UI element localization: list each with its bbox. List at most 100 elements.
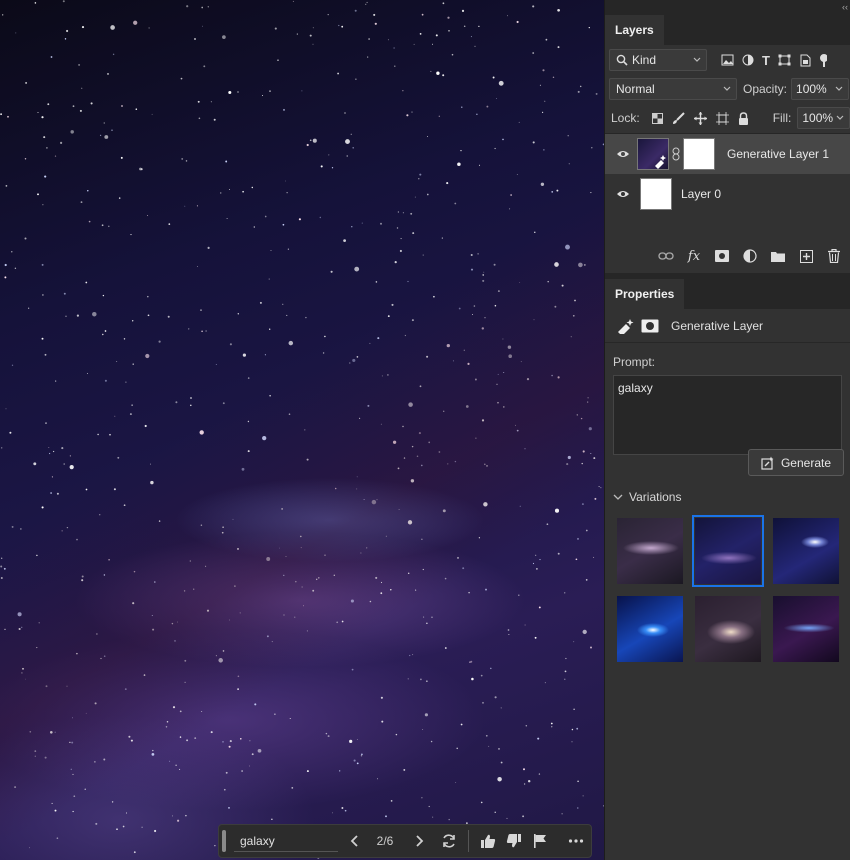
toolbar-prompt-input[interactable]: galaxy	[234, 830, 338, 852]
chevron-left-icon	[350, 835, 358, 847]
layers-tab-bar: Layers	[605, 0, 850, 45]
variations-section-toggle[interactable]: Variations	[613, 490, 681, 504]
layer-mask-thumbnail[interactable]	[683, 138, 715, 170]
new-layer-icon	[799, 249, 813, 263]
search-icon	[616, 54, 628, 66]
layer-row-layer0[interactable]: Layer 0	[605, 174, 850, 214]
chevron-down-icon	[723, 86, 731, 91]
layers-bottom-toolbar: fx	[605, 243, 850, 269]
variation-thumb-2[interactable]	[692, 515, 764, 587]
trash-icon	[828, 249, 840, 263]
visibility-toggle[interactable]	[615, 189, 631, 199]
lock-transparent-icon[interactable]	[651, 112, 663, 124]
filter-adjustment-icon[interactable]	[742, 54, 754, 66]
variation-thumb-4[interactable]	[617, 596, 683, 662]
collapse-panels-icon[interactable]: ‹‹	[842, 2, 848, 12]
lock-move-icon[interactable]	[693, 111, 707, 125]
lock-label: Lock:	[611, 111, 640, 125]
new-group-button[interactable]	[768, 246, 788, 266]
toolbar-drag-handle[interactable]	[222, 830, 226, 852]
report-button[interactable]	[527, 828, 553, 854]
tab-layers[interactable]: Layers	[605, 15, 664, 45]
layer-row-generative[interactable]: Generative Layer 1	[605, 134, 850, 174]
generative-layer-icon	[618, 318, 634, 334]
filter-kind-dropdown[interactable]: Kind	[609, 49, 707, 71]
blend-mode-dropdown[interactable]: Normal	[609, 78, 737, 100]
filter-pixel-icon[interactable]	[721, 54, 734, 66]
chevron-down-icon	[835, 86, 843, 91]
eye-icon	[617, 151, 629, 157]
lock-brush-icon[interactable]	[672, 111, 685, 125]
thumbs-up-button[interactable]	[475, 828, 501, 854]
generative-toolbar: galaxy 2/6	[218, 824, 592, 858]
fx-icon: fx	[687, 248, 701, 264]
delete-layer-button[interactable]	[824, 246, 844, 266]
blend-mode-value: Normal	[616, 82, 655, 96]
refresh-icon	[443, 834, 455, 848]
tab-properties[interactable]: Properties	[605, 279, 685, 309]
variation-thumb-1[interactable]	[617, 518, 683, 584]
layer-mask-icon	[641, 319, 659, 332]
adjustment-icon	[743, 249, 757, 263]
thumbs-down-icon	[506, 834, 521, 848]
adjustment-layer-button[interactable]	[740, 246, 760, 266]
variations-label: Variations	[629, 490, 682, 504]
chevron-right-icon	[416, 835, 424, 847]
lock-row: Lock: Fill: 100%	[605, 103, 850, 133]
new-layer-button[interactable]	[796, 246, 816, 266]
ellipsis-icon	[568, 839, 584, 843]
link-layers-button[interactable]	[656, 246, 676, 266]
properties-header: Generative Layer	[605, 309, 850, 343]
generative-badge-icon	[655, 155, 666, 169]
toolbar-divider	[468, 830, 469, 852]
layer-filter-row: Kind T	[605, 45, 850, 75]
folder-icon	[771, 252, 785, 262]
fill-value: 100%	[802, 111, 834, 125]
layer-name: Generative Layer 1	[727, 147, 830, 161]
opacity-field[interactable]: 100%	[791, 78, 850, 100]
galaxy-image	[0, 0, 604, 859]
prompt-textarea[interactable]: galaxy	[613, 375, 842, 455]
link-icon	[658, 252, 674, 260]
thumbs-down-button[interactable]	[501, 828, 527, 854]
layer-list: Generative Layer 1 Layer 0	[605, 133, 850, 243]
previous-variation-button[interactable]	[344, 830, 366, 852]
chevron-down-icon	[613, 494, 623, 500]
fill-label: Fill:	[772, 111, 792, 125]
layer-thumbnail	[637, 138, 669, 170]
filter-kind-label: Kind	[632, 53, 657, 67]
generate-icon	[761, 456, 774, 470]
flag-icon	[534, 834, 546, 848]
filter-type-icon[interactable]: T	[762, 53, 770, 68]
variation-thumb-3[interactable]	[773, 518, 839, 584]
chain-link-icon[interactable]	[672, 147, 680, 161]
properties-tab-bar: Properties	[605, 273, 850, 309]
generate-button[interactable]: Generate	[748, 449, 844, 476]
fx-button[interactable]: fx	[684, 246, 704, 266]
right-panel-dock: ‹‹ Layers Kind T Normal Opacity: 100% Lo…	[604, 0, 850, 860]
filter-shape-icon[interactable]	[778, 54, 791, 66]
filter-icons: T	[721, 53, 827, 68]
lock-artboard-icon[interactable]	[715, 111, 729, 125]
fill-field[interactable]: 100%	[797, 107, 850, 129]
variation-thumb-5[interactable]	[695, 596, 761, 662]
thumbs-up-icon	[481, 834, 496, 848]
add-mask-button[interactable]	[712, 246, 732, 266]
variation-thumb-6[interactable]	[773, 596, 839, 662]
chevron-down-icon	[693, 57, 701, 62]
filter-toggle-icon[interactable]	[819, 53, 827, 67]
more-options-button[interactable]	[563, 828, 589, 854]
lock-all-icon[interactable]	[738, 111, 749, 125]
eye-icon	[617, 191, 629, 197]
prompt-label: Prompt:	[613, 355, 656, 369]
chevron-down-icon	[836, 115, 844, 120]
layer-name: Layer 0	[681, 187, 722, 201]
document-canvas[interactable]	[0, 0, 604, 860]
variation-counter: 2/6	[376, 834, 394, 848]
mask-icon	[715, 250, 729, 262]
filter-smart-object-icon[interactable]	[799, 54, 811, 67]
regenerate-button[interactable]	[436, 828, 462, 854]
generate-label: Generate	[780, 455, 832, 470]
visibility-toggle[interactable]	[615, 149, 631, 159]
next-variation-button[interactable]	[408, 830, 430, 852]
